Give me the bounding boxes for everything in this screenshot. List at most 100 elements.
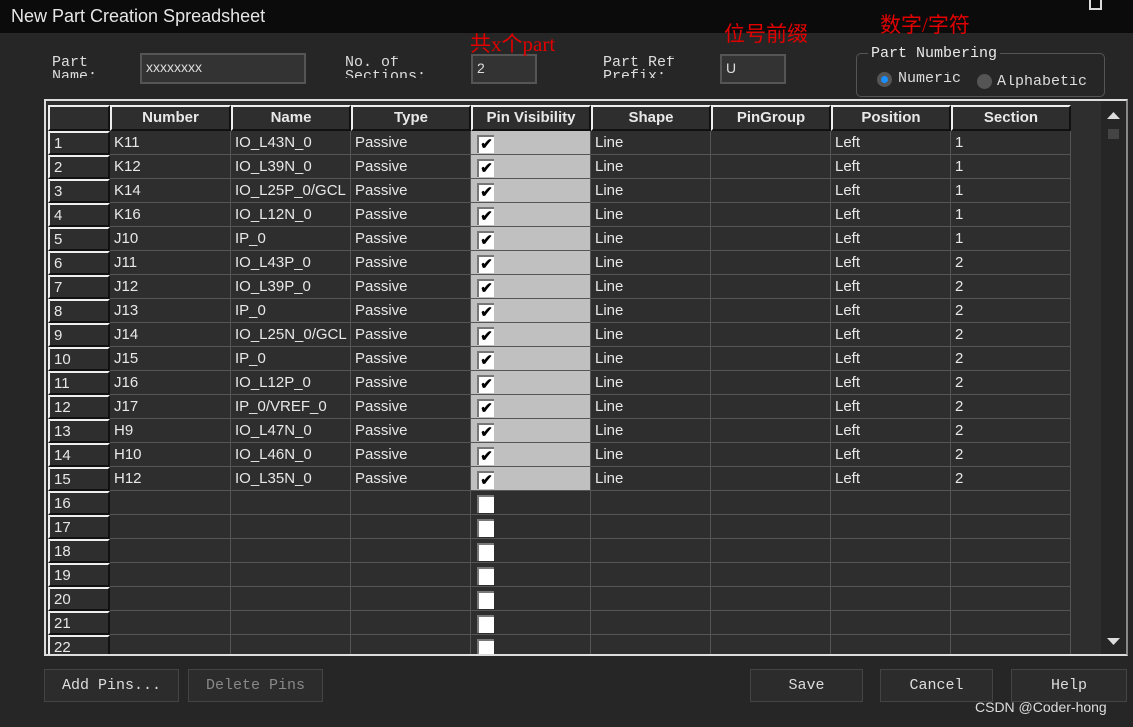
pin-visibility-cell[interactable]: ✔ bbox=[471, 275, 591, 299]
type-cell[interactable]: Passive bbox=[351, 299, 471, 323]
row-header[interactable]: 10 bbox=[48, 347, 110, 371]
column-header[interactable]: Pin Visibility bbox=[471, 105, 591, 131]
save-button[interactable]: Save bbox=[750, 669, 863, 702]
row-header[interactable]: 3 bbox=[48, 179, 110, 203]
part-name-input[interactable]: xxxxxxxx bbox=[140, 53, 306, 84]
type-cell[interactable] bbox=[351, 587, 471, 611]
section-cell[interactable] bbox=[951, 611, 1071, 635]
pin-visibility-checkbox[interactable]: ✔ bbox=[477, 135, 494, 153]
group-cell[interactable] bbox=[711, 203, 831, 227]
name-cell[interactable]: IO_L35N_0 bbox=[231, 467, 351, 491]
section-cell[interactable]: 2 bbox=[951, 467, 1071, 491]
pin-visibility-cell[interactable]: ✔ bbox=[471, 443, 591, 467]
number-cell[interactable]: K11 bbox=[110, 131, 231, 155]
numeric-radio[interactable] bbox=[877, 72, 892, 87]
pin-spreadsheet[interactable]: Number Name Type Pin Visibility Shape PinGrou… bbox=[44, 99, 1128, 656]
group-cell[interactable] bbox=[711, 155, 831, 179]
shape-cell[interactable]: Line bbox=[591, 323, 711, 347]
pin-visibility-checkbox[interactable]: ✔ bbox=[477, 159, 494, 177]
row-header[interactable]: 17 bbox=[48, 515, 110, 539]
type-cell[interactable]: Passive bbox=[351, 131, 471, 155]
section-cell[interactable] bbox=[951, 635, 1071, 654]
row-header[interactable]: 19 bbox=[48, 563, 110, 587]
group-cell[interactable] bbox=[711, 395, 831, 419]
column-header[interactable]: Name bbox=[231, 105, 351, 131]
name-cell[interactable]: IO_L43N_0 bbox=[231, 131, 351, 155]
pin-visibility-cell[interactable]: ✔ bbox=[471, 131, 591, 155]
shape-cell[interactable]: Line bbox=[591, 203, 711, 227]
shape-cell[interactable]: Line bbox=[591, 371, 711, 395]
type-cell[interactable] bbox=[351, 491, 471, 515]
pin-visibility-cell[interactable]: ✔ bbox=[471, 371, 591, 395]
number-cell[interactable]: K14 bbox=[110, 179, 231, 203]
pin-visibility-checkbox[interactable]: ✔ bbox=[477, 303, 494, 321]
group-cell[interactable] bbox=[711, 443, 831, 467]
maximize-icon[interactable] bbox=[1089, 0, 1102, 10]
position-cell[interactable]: Left bbox=[831, 467, 951, 491]
group-cell[interactable] bbox=[711, 179, 831, 203]
ref-prefix-input[interactable]: U bbox=[720, 54, 786, 84]
row-header[interactable]: 15 bbox=[48, 467, 110, 491]
number-cell[interactable]: J16 bbox=[110, 371, 231, 395]
row-header[interactable]: 9 bbox=[48, 323, 110, 347]
group-cell[interactable] bbox=[711, 371, 831, 395]
group-cell[interactable] bbox=[711, 251, 831, 275]
section-cell[interactable]: 2 bbox=[951, 251, 1071, 275]
shape-cell[interactable]: Line bbox=[591, 467, 711, 491]
name-cell[interactable]: IO_L12N_0 bbox=[231, 203, 351, 227]
section-cell[interactable]: 2 bbox=[951, 371, 1071, 395]
row-header[interactable]: 20 bbox=[48, 587, 110, 611]
shape-cell[interactable]: Line bbox=[591, 251, 711, 275]
group-cell[interactable] bbox=[711, 539, 831, 563]
number-cell[interactable]: J17 bbox=[110, 395, 231, 419]
number-cell[interactable]: K12 bbox=[110, 155, 231, 179]
pin-visibility-checkbox[interactable]: ✔ bbox=[477, 183, 494, 201]
position-cell[interactable] bbox=[831, 635, 951, 654]
shape-cell[interactable] bbox=[591, 587, 711, 611]
pin-visibility-cell[interactable] bbox=[471, 587, 591, 611]
section-cell[interactable]: 2 bbox=[951, 347, 1071, 371]
section-cell[interactable]: 2 bbox=[951, 299, 1071, 323]
group-cell[interactable] bbox=[711, 419, 831, 443]
number-cell[interactable]: J13 bbox=[110, 299, 231, 323]
position-cell[interactable]: Left bbox=[831, 155, 951, 179]
column-header[interactable]: Number bbox=[110, 105, 231, 131]
section-cell[interactable]: 2 bbox=[951, 275, 1071, 299]
column-header[interactable]: Shape bbox=[591, 105, 711, 131]
shape-cell[interactable]: Line bbox=[591, 227, 711, 251]
type-cell[interactable]: Passive bbox=[351, 371, 471, 395]
type-cell[interactable]: Passive bbox=[351, 323, 471, 347]
section-cell[interactable]: 1 bbox=[951, 179, 1071, 203]
name-cell[interactable]: IO_L43P_0 bbox=[231, 251, 351, 275]
shape-cell[interactable]: Line bbox=[591, 299, 711, 323]
section-cell[interactable]: 1 bbox=[951, 227, 1071, 251]
shape-cell[interactable]: Line bbox=[591, 419, 711, 443]
number-cell[interactable] bbox=[110, 539, 231, 563]
position-cell[interactable]: Left bbox=[831, 323, 951, 347]
type-cell[interactable]: Passive bbox=[351, 251, 471, 275]
pin-visibility-checkbox[interactable]: ✔ bbox=[477, 375, 494, 393]
section-cell[interactable] bbox=[951, 539, 1071, 563]
section-cell[interactable]: 1 bbox=[951, 131, 1071, 155]
pin-visibility-checkbox[interactable] bbox=[477, 615, 494, 633]
name-cell[interactable] bbox=[231, 491, 351, 515]
pin-visibility-cell[interactable]: ✔ bbox=[471, 323, 591, 347]
section-cell[interactable] bbox=[951, 587, 1071, 611]
number-cell[interactable]: H9 bbox=[110, 419, 231, 443]
number-cell[interactable] bbox=[110, 515, 231, 539]
row-header[interactable]: 6 bbox=[48, 251, 110, 275]
name-cell[interactable] bbox=[231, 539, 351, 563]
name-cell[interactable]: IO_L12P_0 bbox=[231, 371, 351, 395]
row-header[interactable]: 4 bbox=[48, 203, 110, 227]
type-cell[interactable]: Passive bbox=[351, 275, 471, 299]
shape-cell[interactable]: Line bbox=[591, 395, 711, 419]
delete-pins-button[interactable]: Delete Pins bbox=[188, 669, 323, 702]
section-cell[interactable]: 1 bbox=[951, 155, 1071, 179]
pin-visibility-checkbox[interactable]: ✔ bbox=[477, 255, 494, 273]
position-cell[interactable]: Left bbox=[831, 371, 951, 395]
name-cell[interactable]: IP_0 bbox=[231, 299, 351, 323]
pin-visibility-cell[interactable]: ✔ bbox=[471, 467, 591, 491]
section-cell[interactable]: 2 bbox=[951, 395, 1071, 419]
type-cell[interactable]: Passive bbox=[351, 155, 471, 179]
number-cell[interactable]: J15 bbox=[110, 347, 231, 371]
